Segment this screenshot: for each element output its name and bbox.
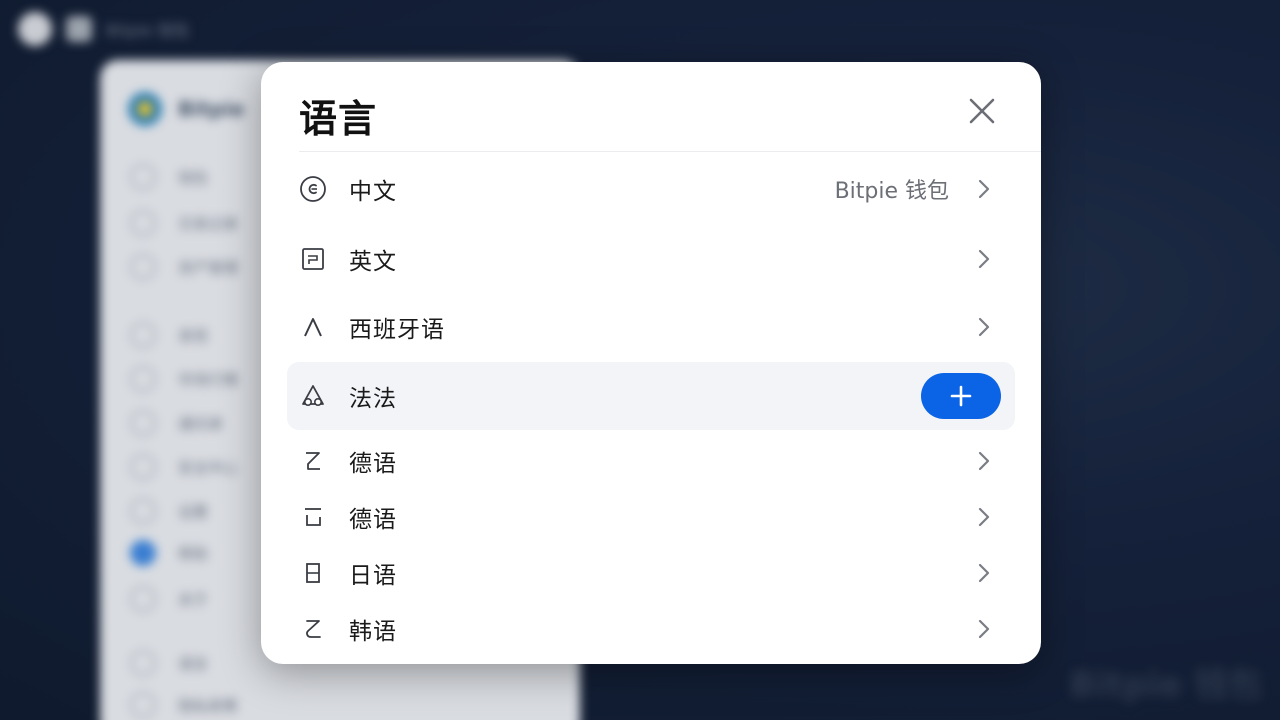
chevron-right-icon: [978, 507, 990, 527]
language-label: 韩语: [349, 619, 397, 645]
background-sidebar-item: 市场行情: [130, 366, 238, 392]
background-item-icon: [130, 540, 156, 566]
background-item-icon: [130, 692, 156, 718]
background-sidebar-item: 资产管理: [130, 254, 238, 280]
language-value: Bitpie 钱包: [834, 179, 949, 204]
caret-up-icon: [304, 318, 322, 337]
background-topbar: Bitpie 钱包: [18, 12, 189, 46]
background-item-icon: [130, 254, 156, 280]
background-topbar-text: Bitpie 钱包: [106, 21, 190, 40]
close-icon: [969, 98, 995, 124]
chevron-right-icon: [978, 179, 990, 199]
background-watermark: Bitpie 钱包: [1069, 665, 1262, 705]
background-brand: Bitpie: [128, 92, 244, 126]
language-label: 法法: [349, 386, 397, 412]
background-sidebar-item: 通讯录: [130, 410, 223, 436]
plus-icon: [950, 385, 972, 407]
background-menu-icon: [66, 16, 92, 42]
language-label: 西班牙语: [349, 317, 445, 343]
language-row-spanish[interactable]: 西班牙语: [287, 294, 1015, 360]
background-item-icon: [130, 498, 156, 524]
background-brand-name: Bitpie: [178, 97, 245, 121]
background-logo-icon: [18, 12, 52, 46]
close-button[interactable]: [963, 92, 1001, 130]
language-label: 英文: [349, 249, 397, 275]
background-sidebar-item: 发现: [130, 322, 208, 348]
background-sidebar-item: 钱包: [130, 164, 208, 190]
language-label: 德语: [349, 507, 397, 533]
background-sidebar-item: 语言: [130, 650, 208, 676]
sun-glyph-icon: [306, 563, 320, 583]
background-sidebar-item: 设置: [130, 498, 208, 524]
language-row-chinese[interactable]: 中文 Bitpie 钱包: [287, 156, 1015, 222]
background-item-icon: [130, 454, 156, 480]
background-item-icon: [130, 650, 156, 676]
background-item-icon: [130, 410, 156, 436]
background-item-icon: [130, 586, 156, 612]
z-curve-icon: [306, 620, 321, 638]
language-label: 德语: [349, 451, 397, 477]
chat-circle-icon: [300, 176, 326, 202]
add-button[interactable]: [921, 373, 1001, 419]
language-label: 中文: [349, 179, 397, 205]
header-divider: [299, 151, 1041, 152]
background-sidebar-item: 帮助: [130, 540, 208, 566]
z-shape-icon: [306, 452, 320, 470]
chevron-right-icon: [978, 249, 990, 269]
language-row-french[interactable]: 法法: [287, 362, 1015, 430]
language-row-korean[interactable]: 韩语: [287, 596, 1015, 662]
background-item-icon: [130, 322, 156, 348]
bracket-shape-icon: [305, 508, 321, 526]
chevron-right-icon: [978, 563, 990, 583]
dialog-title: 语言: [299, 97, 378, 141]
background-sidebar-item: 关于: [130, 586, 208, 612]
triangle-circles-icon: [302, 385, 324, 406]
dialog-header: 语言: [261, 62, 1041, 152]
background-item-icon: [130, 164, 156, 190]
language-dialog: 语言 中文 Bitpie 钱包 英文 西班牙语 法法 德语 德语 日语 韩语: [261, 62, 1041, 664]
background-sidebar-item: 隐私政策: [130, 692, 238, 718]
bitpie-logo-icon: [128, 92, 162, 126]
message-square-icon: [302, 248, 324, 270]
background-sidebar-item: 安全中心: [130, 454, 238, 480]
chevron-right-icon: [978, 619, 990, 639]
chevron-right-icon: [978, 451, 990, 471]
background-item-icon: [130, 210, 156, 236]
language-label: 日语: [349, 563, 397, 589]
chevron-right-icon: [978, 317, 990, 337]
language-row-english[interactable]: 英文: [287, 226, 1015, 292]
background-item-icon: [130, 366, 156, 392]
background-sidebar-item: 交易记录: [130, 210, 238, 236]
